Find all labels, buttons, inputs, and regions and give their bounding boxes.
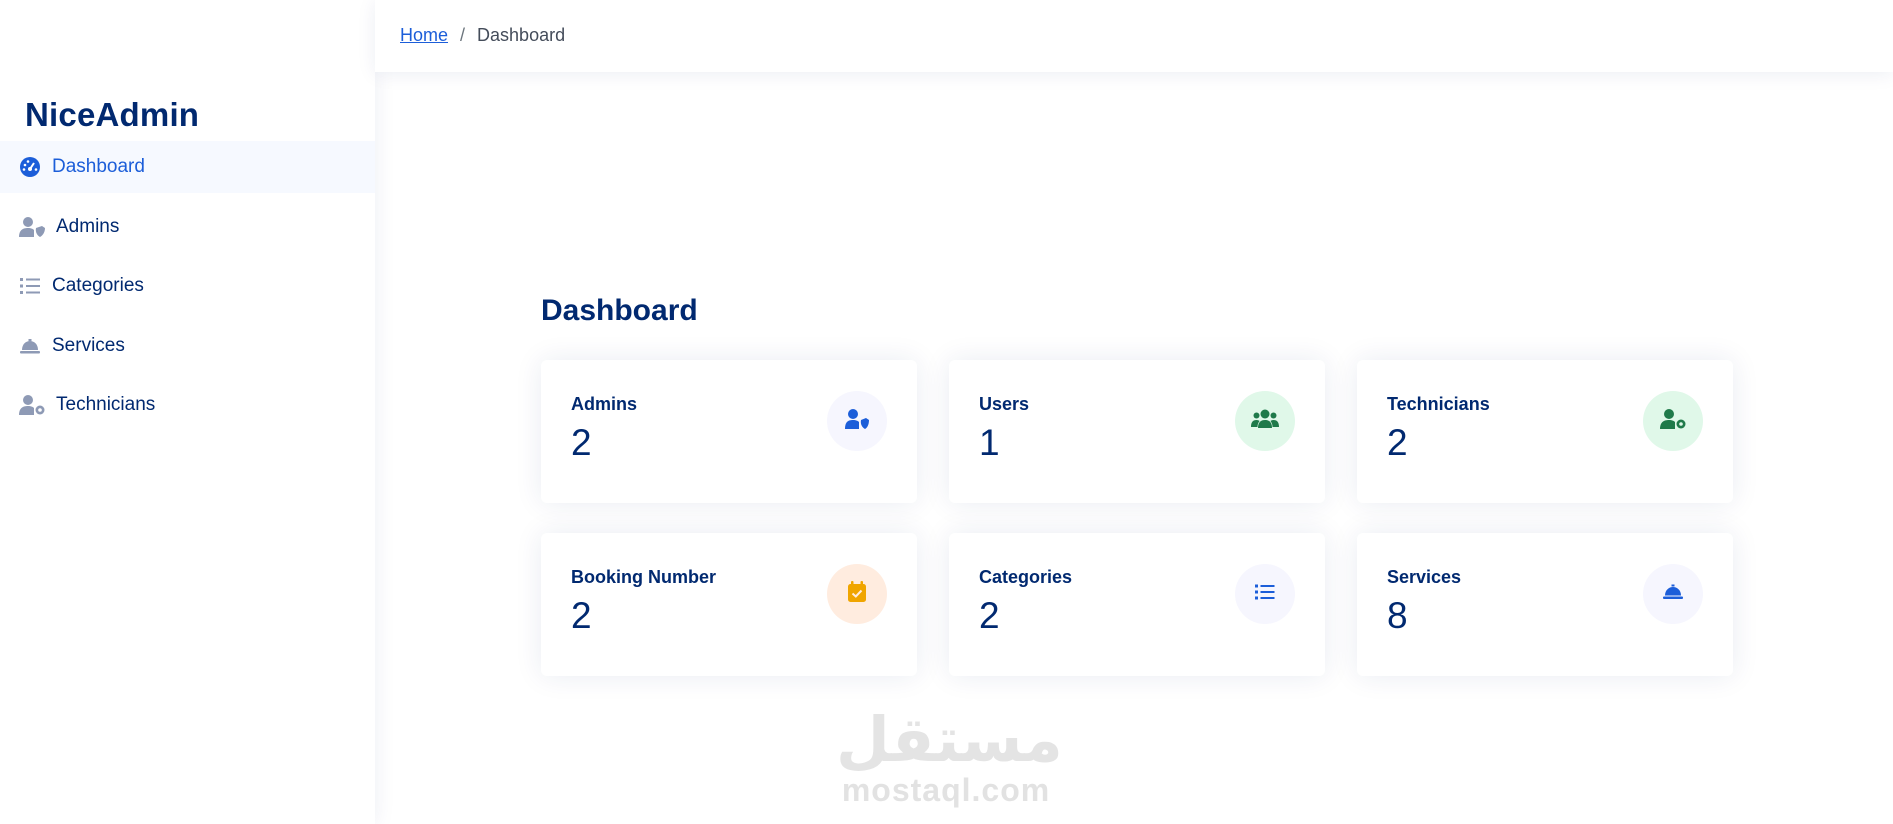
card-label: Users xyxy=(979,394,1030,414)
breadcrumb-separator: / xyxy=(460,25,466,45)
card-value: 1 xyxy=(979,422,1000,463)
user-gear-icon xyxy=(1659,408,1687,435)
card-label: Categories xyxy=(979,567,1073,587)
user-shield-icon xyxy=(844,408,870,435)
sidebar-item-technicians[interactable]: Technicians xyxy=(0,379,375,431)
app-logo[interactable]: NiceAdmin xyxy=(25,96,199,134)
breadcrumb-home-link[interactable]: Home xyxy=(400,25,448,46)
stat-card-users[interactable]: Users 1 xyxy=(949,360,1325,503)
sidebar-item-categories[interactable]: Categories xyxy=(0,260,375,312)
sidebar-item-label: Categories xyxy=(52,275,144,296)
sidebar-nav: Dashboard Admins Categories Services Tec… xyxy=(0,141,375,439)
card-label: Technicians xyxy=(1387,394,1490,414)
card-label: Booking Number xyxy=(571,567,717,587)
card-icon-badge xyxy=(1235,391,1295,451)
breadcrumb: Home / Dashboard xyxy=(400,25,565,46)
top-header: Home / Dashboard xyxy=(375,0,1893,72)
card-icon-badge xyxy=(827,391,887,451)
card-value: 8 xyxy=(1387,595,1408,636)
card-label: Admins xyxy=(571,394,638,414)
card-icon-badge xyxy=(827,564,887,624)
watermark: مستقل mostaql.com xyxy=(836,706,1063,809)
sidebar-item-label: Technicians xyxy=(56,394,156,415)
sidebar-item-label: Services xyxy=(52,334,125,356)
sidebar-item-dashboard[interactable]: Dashboard xyxy=(0,141,375,193)
sidebar-item-label: Admins xyxy=(56,215,120,237)
sidebar-item-admins[interactable]: Admins xyxy=(0,201,375,253)
sidebar: NiceAdmin Dashboard Admins Categories Se… xyxy=(0,0,375,824)
card-icon-badge xyxy=(1643,564,1703,624)
stat-card-services[interactable]: Services 8 xyxy=(1357,533,1733,676)
card-value: 2 xyxy=(571,595,592,636)
card-value: 2 xyxy=(571,422,592,463)
breadcrumb-current: Dashboard xyxy=(477,25,566,45)
service-bell-icon xyxy=(1662,583,1684,606)
user-gear-icon xyxy=(18,393,46,417)
calendar-check-icon xyxy=(847,580,867,608)
card-value: 2 xyxy=(1387,422,1408,463)
watermark-latin: mostaql.com xyxy=(841,772,1051,808)
stat-card-admins[interactable]: Admins 2 xyxy=(541,360,917,503)
list-icon xyxy=(18,274,42,298)
service-bell-icon xyxy=(18,334,42,358)
card-icon-badge xyxy=(1643,391,1703,451)
watermark-arabic: مستقل xyxy=(836,706,1063,775)
user-shield-icon xyxy=(18,215,46,239)
list-icon xyxy=(1255,583,1275,606)
sidebar-item-label: Dashboard xyxy=(52,156,145,177)
card-value: 2 xyxy=(979,595,1000,636)
card-icon-badge xyxy=(1235,564,1295,624)
sidebar-item-services[interactable]: Services xyxy=(0,320,375,372)
gauge-icon xyxy=(18,155,42,179)
stat-card-booking-number[interactable]: Booking Number 2 xyxy=(541,533,917,676)
users-icon xyxy=(1251,408,1279,435)
stat-card-technicians[interactable]: Technicians 2 xyxy=(1357,360,1733,503)
card-label: Services xyxy=(1387,567,1462,587)
page-title: Dashboard xyxy=(541,294,698,327)
stat-card-categories[interactable]: Categories 2 xyxy=(949,533,1325,676)
